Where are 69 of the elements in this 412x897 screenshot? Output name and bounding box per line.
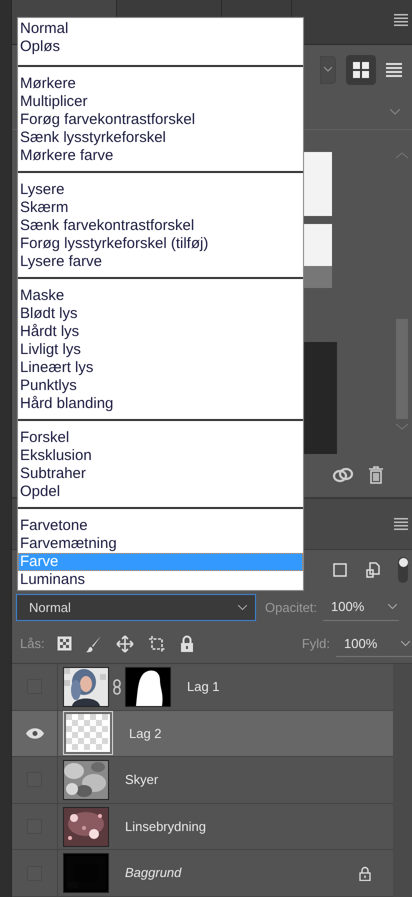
layer-name: Lag 2 — [129, 724, 162, 743]
panel-menu-icon[interactable] — [394, 518, 408, 530]
menu-item[interactable]: Mørkere farve — [18, 147, 303, 165]
crop-icon[interactable] — [148, 634, 166, 653]
lock-icon[interactable] — [359, 866, 371, 881]
chevron-down-icon — [238, 604, 247, 610]
move-icon[interactable] — [116, 634, 134, 653]
layer-name: Skyer — [125, 771, 158, 790]
chevron-down-icon — [401, 640, 410, 646]
menu-item[interactable]: Opdel — [18, 483, 303, 501]
chevron-down-icon — [324, 67, 332, 72]
menu-item[interactable]: Mørkere — [18, 75, 303, 93]
menu-item[interactable]: Lysere farve — [18, 253, 303, 271]
fill-label: Fyld: — [302, 635, 330, 654]
menu-item[interactable]: Punktlys — [18, 377, 303, 395]
layer-row[interactable]: Lag 1 — [12, 664, 393, 711]
swatch[interactable] — [304, 152, 332, 216]
menu-item[interactable]: Normal — [18, 20, 303, 38]
layer-name: Lag 1 — [187, 678, 220, 696]
menu-item[interactable]: Farvetone — [18, 517, 303, 535]
panel-menu-icon[interactable] — [394, 14, 408, 26]
menu-item[interactable]: Multiplicer — [18, 93, 303, 111]
menu-item[interactable]: Opløs — [18, 38, 303, 56]
smart-object-filter-icon[interactable] — [366, 562, 380, 578]
menu-item[interactable]: Skærm — [18, 199, 303, 217]
opacity-label: Opacitet: — [265, 598, 318, 617]
chevron-down-icon — [388, 604, 398, 610]
lock-label: Lås: — [20, 635, 45, 654]
menu-item[interactable]: Luminans — [18, 571, 303, 589]
layer-row[interactable]: Lag 2 — [12, 710, 393, 758]
layer-name: Linsebrydning — [125, 818, 206, 836]
eye-icon[interactable] — [26, 728, 44, 739]
menu-item[interactable]: Lineært lys — [18, 359, 303, 377]
blend-mode-dropdown[interactable]: Normal — [16, 594, 256, 621]
menu-item[interactable]: Forskel — [18, 429, 303, 447]
lock-transparency-icon[interactable] — [56, 636, 72, 652]
menu-item[interactable]: Subtraher — [18, 465, 303, 483]
opacity-field[interactable]: 100% — [323, 594, 400, 621]
menu-item[interactable]: Sænk farvekontrastforskel — [18, 217, 303, 235]
swatch[interactable] — [304, 342, 337, 454]
menu-item[interactable]: Lysere — [18, 181, 303, 199]
menu-item[interactable]: Forøg lysstyrkeforskel (tilføj) — [18, 235, 303, 253]
menu-item[interactable]: Forøg farvekontrastforskel — [18, 111, 303, 129]
layer-row[interactable]: Baggrund — [12, 850, 393, 897]
menu-item[interactable]: Maske — [18, 287, 303, 305]
layer-row[interactable]: Linsebrydning — [12, 804, 393, 850]
layer-mask-thumbnail[interactable] — [126, 668, 170, 706]
chain-link-icon[interactable] — [113, 678, 121, 695]
swatch[interactable] — [304, 266, 332, 288]
menu-item[interactable]: Eksklusion — [18, 447, 303, 465]
lock-icon[interactable] — [180, 635, 194, 652]
layer-row[interactable]: Skyer — [12, 757, 393, 804]
menu-item[interactable]: Livligt lys — [18, 341, 303, 359]
menu-item[interactable]: Farvemætning — [18, 535, 303, 553]
menu-item[interactable]: Hårdt lys — [18, 323, 303, 341]
grid-view-button[interactable] — [346, 54, 376, 85]
cloud-link-icon[interactable] — [332, 466, 354, 484]
grid-icon — [353, 62, 369, 78]
menu-item[interactable]: Blødt lys — [18, 305, 303, 323]
artboard-filter-icon[interactable] — [332, 562, 348, 578]
list-view-icon[interactable] — [386, 62, 402, 78]
filter-toggle[interactable] — [398, 556, 408, 583]
trash-icon[interactable] — [368, 466, 384, 484]
swatch[interactable] — [304, 224, 332, 266]
layer-name: Baggrund — [125, 864, 182, 882]
menu-item[interactable]: Sænk lysstyrkeforskel — [18, 129, 303, 147]
dropdown-field[interactable] — [320, 56, 336, 84]
fill-field[interactable]: 100% — [336, 630, 412, 658]
menu-item[interactable]: Hård blanding — [18, 395, 303, 413]
